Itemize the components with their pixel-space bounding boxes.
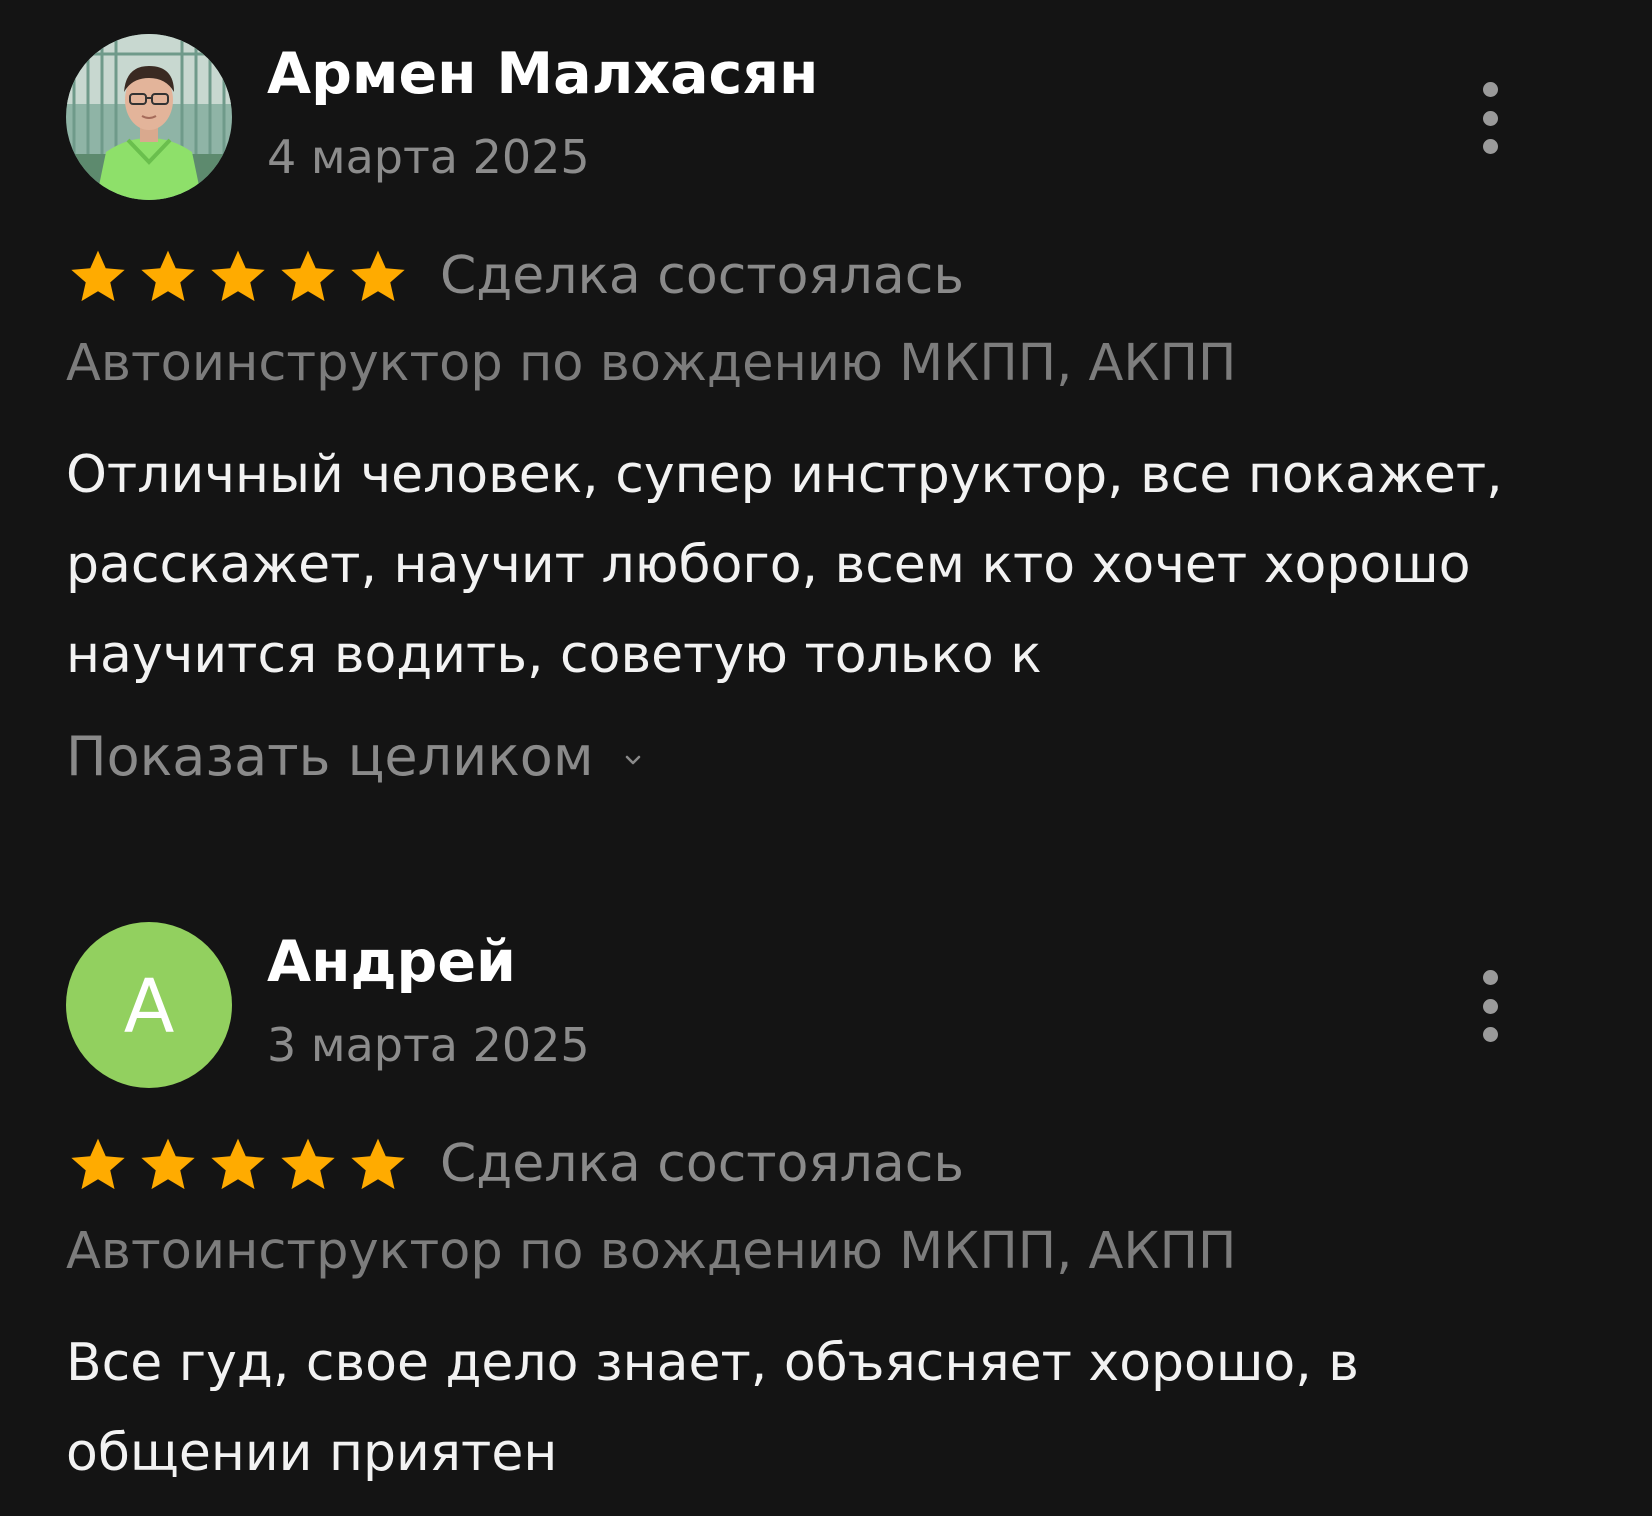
more-options-button[interactable] <box>1468 970 1512 1042</box>
service-name: Автоинструктор по вождению МКПП, АКПП <box>66 1222 1237 1281</box>
review-text: Отличный человек, супер инструктор, все … <box>66 445 1503 685</box>
more-options-button[interactable] <box>1468 82 1512 154</box>
service-name: Автоинструктор по вождению МКПП, АКПП <box>66 334 1237 393</box>
author-name[interactable]: Армен Малхасян <box>267 46 818 103</box>
rating-row: Сделка состоялась <box>66 1132 964 1196</box>
star-icon <box>141 1138 195 1190</box>
chevron-down-icon <box>625 755 640 765</box>
star-icon <box>211 250 265 302</box>
star-icon <box>351 250 405 302</box>
author-name[interactable]: Андрей <box>267 934 516 991</box>
star-icon <box>281 1138 335 1190</box>
star-rating <box>66 1132 410 1196</box>
deal-status: Сделка состоялась <box>440 246 965 306</box>
show-more-button[interactable]: Показать целиком <box>66 730 644 784</box>
deal-status: Сделка состоялась <box>440 1134 965 1194</box>
star-icon <box>141 250 195 302</box>
rating-row: Сделка состоялась <box>66 244 964 308</box>
review-date: 3 марта 2025 <box>267 1018 590 1072</box>
star-icon <box>71 1138 125 1190</box>
review-date: 4 марта 2025 <box>267 130 590 184</box>
avatar[interactable]: А <box>66 922 232 1088</box>
star-rating <box>66 244 410 308</box>
review-text: Все гуд, свое дело знает, объясняет хоро… <box>66 1333 1359 1483</box>
show-more-label: Показать целиком <box>66 725 594 788</box>
avatar[interactable] <box>66 34 232 200</box>
star-icon <box>71 250 125 302</box>
star-icon <box>211 1138 265 1190</box>
avatar-photo <box>66 34 232 200</box>
more-vertical-icon <box>1482 82 1498 154</box>
star-icon <box>351 1138 405 1190</box>
avatar-letter: А <box>123 964 175 1050</box>
more-vertical-icon <box>1482 970 1498 1042</box>
star-icon <box>281 250 335 302</box>
